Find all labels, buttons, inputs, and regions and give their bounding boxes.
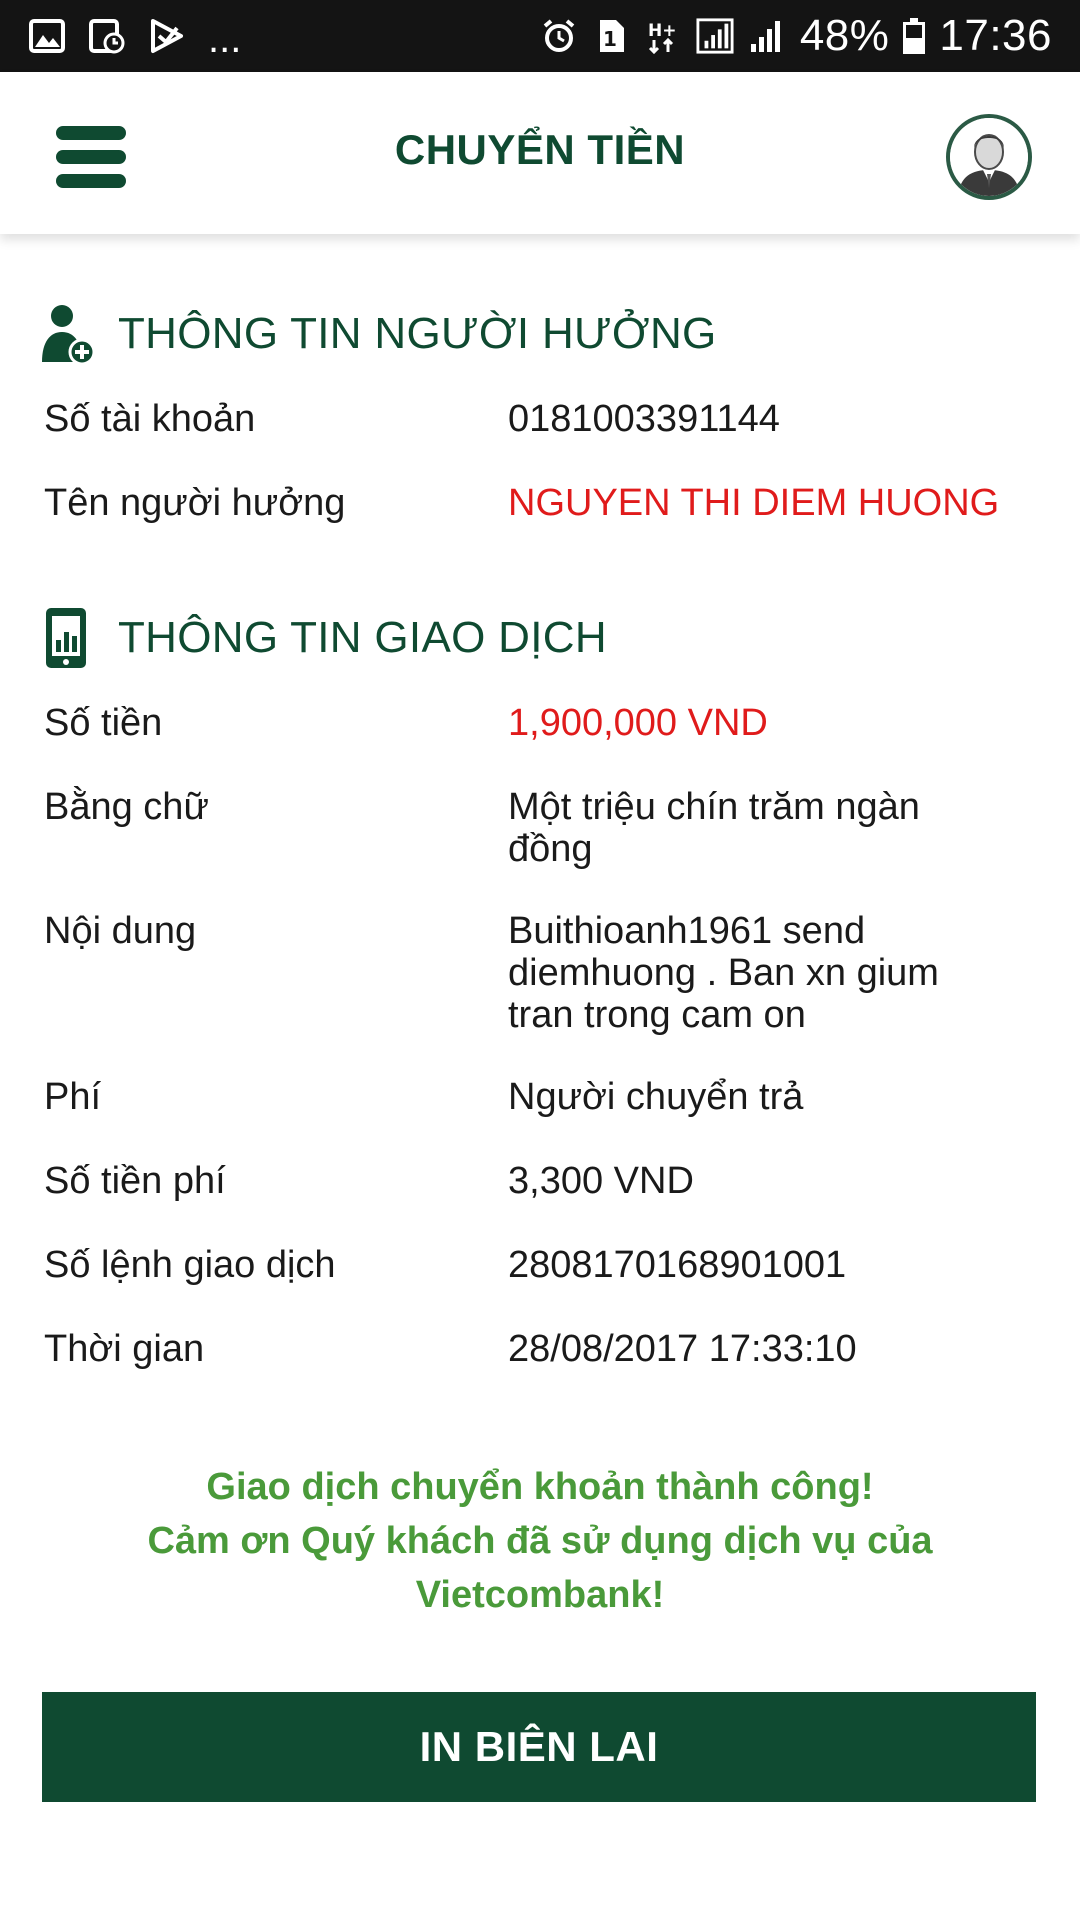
field-label: Số tài khoản	[44, 398, 256, 440]
alarm-icon	[540, 17, 578, 55]
clock: 17:36	[939, 11, 1052, 60]
user-avatar-icon[interactable]	[946, 114, 1032, 200]
beneficiary-name-value: NGUYEN THI DIEM HUONG	[508, 482, 1000, 524]
field-label: Nội dung	[44, 910, 197, 952]
content-value: Buithioanh1961 send diemhuong . Ban xn g…	[508, 910, 939, 1036]
field-label: Số tiền	[44, 702, 163, 744]
section-title: THÔNG TIN NGƯỜI HƯỞNG	[118, 309, 717, 358]
amount-in-words-value: Một triệu chín trăm ngàn đồng	[508, 786, 920, 870]
transaction-phone-icon	[40, 606, 96, 670]
amount-value: 1,900,000 VND	[508, 702, 768, 744]
field-label: Thời gian	[44, 1328, 205, 1370]
field-label: Tên người hưởng	[44, 482, 346, 524]
page-title: CHUYỂN TIỀN	[394, 126, 686, 173]
field-label: Bằng chữ	[44, 786, 209, 828]
success-line: Vietcombank!	[415, 1574, 665, 1616]
more-notifications-icon: ...	[208, 17, 242, 61]
success-line: Cảm ơn Quý khách đã sử dụng dịch vụ của	[147, 1520, 933, 1562]
success-message: Giao dịch chuyển khoản thành công! Cảm ơ…	[0, 1460, 1080, 1622]
app-header: CHUYỂN TIỀN	[0, 72, 1080, 234]
svg-text:H+: H+	[648, 21, 676, 41]
account-number-value: 0181003391144	[508, 398, 780, 440]
beneficiary-icon	[40, 302, 96, 366]
field-label: Phí	[44, 1076, 102, 1118]
fee-payer-value: Người chuyển trả	[508, 1076, 804, 1118]
field-label: Số lệnh giao dịch	[44, 1244, 336, 1286]
field-label: Số tiền phí	[44, 1160, 226, 1202]
play-store-icon	[148, 17, 186, 55]
status-bar-system: 1 H+ 48% 17:36	[540, 11, 1052, 60]
success-line: Giao dịch chuyển khoản thành công!	[206, 1466, 874, 1508]
gallery-icon	[28, 17, 66, 55]
network-type-icon: H+	[644, 17, 682, 55]
battery-icon	[903, 18, 926, 54]
battery-percentage: 48%	[799, 11, 890, 60]
svg-text:1: 1	[603, 27, 617, 51]
calendar-clock-icon	[88, 17, 126, 55]
signal-sim2-icon	[748, 17, 786, 55]
print-receipt-button[interactable]: IN BIÊN LAI	[42, 1692, 1036, 1802]
section-title: THÔNG TIN GIAO DỊCH	[118, 613, 607, 662]
time-value: 28/08/2017 17:33:10	[508, 1328, 857, 1370]
sim-card-icon: 1	[592, 17, 630, 55]
signal-sim1-icon	[696, 17, 734, 55]
status-bar: ... 1 H+ 48% 17:36	[0, 0, 1080, 72]
transaction-id-value: 2808170168901001	[508, 1244, 847, 1286]
fee-amount-value: 3,300 VND	[508, 1160, 694, 1202]
beneficiary-section: THÔNG TIN NGƯỜI HƯỞNG	[40, 294, 1040, 374]
transaction-section: THÔNG TIN GIAO DỊCH	[40, 598, 1040, 678]
status-bar-notifications: ...	[28, 14, 242, 61]
